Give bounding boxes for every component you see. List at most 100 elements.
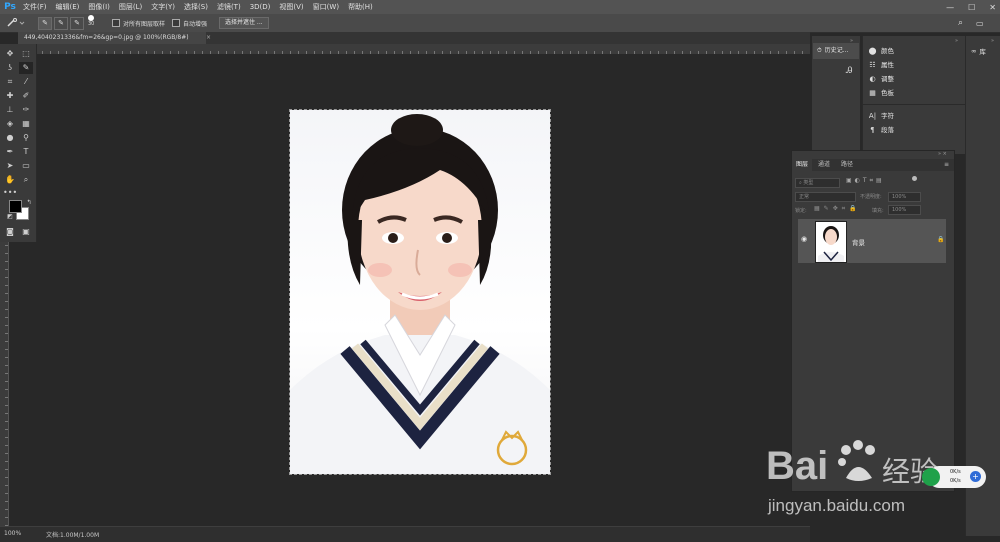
tab-channels[interactable]: 通道 [814, 159, 834, 171]
menu-image[interactable]: 图像(I) [88, 0, 110, 14]
lock-options-icons[interactable]: ▦✎✥⌗🔒 [814, 205, 861, 213]
upload-speed: 0K/s [950, 469, 961, 475]
marquee-tool-icon[interactable]: ⬚ [19, 48, 33, 60]
character-panel-button[interactable]: A| 字符 [868, 110, 894, 122]
panel-collapse-icon[interactable]: » × [938, 151, 947, 157]
gradient-tool-icon[interactable]: ▦ [19, 118, 33, 130]
properties-panel-button[interactable]: ☷ 属性 [868, 59, 894, 71]
menu-type[interactable]: 文字(Y) [151, 0, 175, 14]
collapse-panel-icon[interactable]: » [991, 38, 994, 44]
swatches-panel-button[interactable]: ▦ 色板 [868, 87, 894, 99]
menu-layer[interactable]: 图层(L) [119, 0, 142, 14]
character-icon: A| [868, 112, 877, 120]
paragraph-panel-button[interactable]: ¶ 段落 [868, 124, 894, 136]
menu-filter[interactable]: 滤镜(T) [217, 0, 241, 14]
layer-name[interactable]: 背景 [852, 237, 865, 247]
eraser-tool-icon[interactable]: ◈ [3, 118, 17, 130]
select-and-mask-button[interactable]: 选择并遮住 ... [219, 17, 269, 29]
opacity-label: 不透明度: [860, 194, 882, 200]
filter-toggle-icon[interactable] [912, 176, 917, 181]
blend-mode-select[interactable]: 正常 [795, 192, 856, 202]
panel-menu-icon[interactable]: ≡ [940, 159, 953, 171]
close-icon[interactable]: ✕ [989, 3, 996, 12]
blur-tool-icon[interactable]: ● [3, 132, 17, 144]
history-icon: ⏱ [817, 47, 822, 54]
sample-all-layers-checkbox[interactable]: 对所有图层取样 [112, 17, 165, 29]
healing-brush-tool-icon[interactable]: ✚ [3, 90, 17, 102]
close-tab-icon[interactable]: × [206, 32, 212, 44]
adjustments-panel-button[interactable]: ◐ 调整 [868, 73, 894, 85]
menu-bar: Ps 文件(F) 编辑(E) 图像(I) 图层(L) 文字(Y) 选择(S) 滤… [0, 0, 1000, 14]
search-icon[interactable]: ⌕ [958, 17, 963, 29]
subtract-selection-icon[interactable]: ✎ [70, 16, 84, 30]
quick-selection-tool-icon[interactable]: ✎ [19, 62, 33, 74]
layers-panel-tabs: 图层 通道 路径 ≡ [792, 159, 954, 171]
menu-3d[interactable]: 3D(D) [250, 0, 271, 14]
menu-window[interactable]: 窗口(W) [313, 0, 339, 14]
visibility-eye-icon[interactable]: ◉ [801, 235, 807, 243]
move-tool-icon[interactable]: ✥ [3, 48, 17, 60]
menu-select[interactable]: 选择(S) [184, 0, 208, 14]
lasso-tool-icon[interactable]: ʖ [3, 62, 17, 74]
menu-file[interactable]: 文件(F) [23, 0, 47, 14]
zoom-tool-icon[interactable]: ⌕ [19, 174, 33, 186]
foreground-color-swatch[interactable] [9, 200, 22, 213]
menu-edit[interactable]: 编辑(E) [56, 0, 80, 14]
layer-filter-icons[interactable]: ▣◐T⌗▤ [846, 177, 885, 185]
rectangle-tool-icon[interactable]: ▭ [19, 160, 33, 172]
menu-view[interactable]: 视图(V) [279, 0, 303, 14]
swatches-icon: ▦ [869, 89, 876, 97]
dodge-tool-icon[interactable]: ⚲ [19, 132, 33, 144]
download-speed: 0K/s [950, 478, 961, 484]
zoom-level[interactable]: 100% [4, 530, 21, 537]
pen-tool-icon[interactable]: ✒ [3, 146, 17, 158]
minimize-icon[interactable]: — [946, 3, 954, 12]
add-to-selection-icon[interactable]: ✎ [54, 16, 68, 30]
history-brush-tool-icon[interactable]: ✑ [19, 104, 33, 116]
brush-size-picker[interactable]: 30 [88, 15, 94, 31]
side-panels-list: » ⬤ 颜色 ☷ 属性 ◐ 调整 ▦ 色板 A| 字符 ¶ 段落 [862, 36, 965, 154]
adjustments-icon: ◐ [869, 75, 876, 83]
paragraph-icon: ¶ [870, 126, 875, 134]
maximize-icon[interactable]: ☐ [968, 3, 975, 12]
clone-stamp-tool-icon[interactable]: ⊥ [3, 104, 17, 116]
libraries-panel-button[interactable]: ∞ 库 [971, 46, 986, 56]
tool-presets-icon[interactable]: Ꭿ [846, 66, 853, 76]
path-selection-tool-icon[interactable]: ➤ [3, 160, 17, 172]
history-panel-button[interactable]: ⏱ 历史记... [813, 43, 859, 59]
layer-row-background[interactable]: ◉ 背景 🔒 [798, 219, 946, 263]
type-tool-icon[interactable]: T [19, 146, 33, 158]
menu-help[interactable]: 帮助(H) [348, 0, 373, 14]
fill-field[interactable]: 100% [888, 205, 921, 215]
panel-divider [863, 104, 965, 105]
quick-mask-icon[interactable]: ◙ [3, 226, 17, 238]
auto-enhance-checkbox[interactable]: 自动增强 [172, 17, 207, 29]
portrait-photo[interactable] [289, 109, 551, 475]
brush-tool-icon[interactable]: ✐ [19, 90, 33, 102]
document-info[interactable]: 文档:1.00M/1.00M [46, 530, 99, 539]
tool-preset-picker[interactable] [6, 17, 26, 29]
watermark-brand: Bai [766, 444, 829, 488]
new-selection-icon[interactable]: ✎ [38, 16, 52, 30]
color-panel-button[interactable]: ⬤ 颜色 [868, 45, 894, 57]
tab-paths[interactable]: 路径 [837, 159, 857, 171]
hand-tool-icon[interactable]: ✋ [3, 174, 17, 186]
opacity-field[interactable]: 100% [888, 192, 921, 202]
crop-tool-icon[interactable]: ⌗ [3, 76, 17, 88]
portrait-illustration [290, 114, 550, 474]
network-status-icon [922, 468, 940, 486]
layer-filter-select[interactable]: ⌕ 类型 [795, 178, 840, 188]
photoshop-logo-icon: Ps [4, 2, 16, 12]
plus-icon[interactable]: + [970, 471, 981, 482]
screen-mode-icon[interactable]: ▣ [19, 226, 33, 238]
collapse-panel-icon[interactable]: » [955, 38, 958, 44]
brush-size-value: 30 [88, 21, 95, 27]
tab-layers[interactable]: 图层 [792, 159, 813, 171]
watermark-url: jingyan.baidu.com [768, 496, 906, 515]
swap-colors-icon[interactable]: ↰ [22, 197, 36, 209]
document-tab[interactable]: 449,4040231336&fm=26&gp=0.jpg @ 100%(RGB… [18, 32, 206, 44]
network-speed-widget[interactable]: 0K/s 0K/s + [922, 466, 986, 488]
eyedropper-tool-icon[interactable]: ⁄ [19, 76, 33, 88]
workspace-icon[interactable]: ▭ [976, 17, 984, 29]
more-tools-icon[interactable]: ••• [3, 187, 17, 199]
